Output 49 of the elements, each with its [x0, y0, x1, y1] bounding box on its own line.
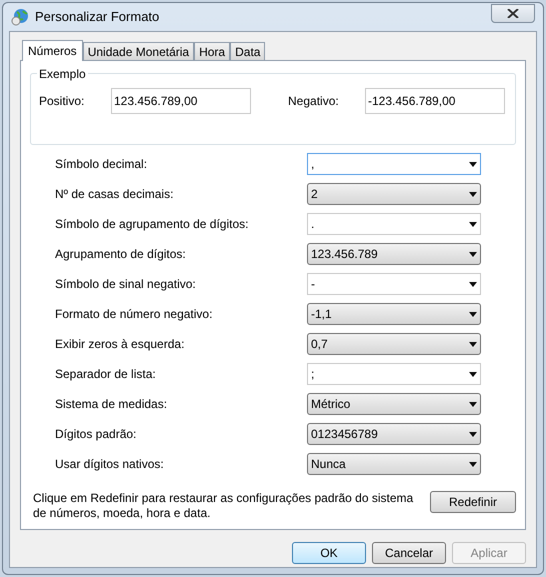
dropdown-arrow-icon [469, 192, 477, 196]
field-label: Positivo: [39, 93, 86, 110]
tab[interactable]: Unidade Monetária [82, 42, 194, 60]
close-button[interactable] [491, 4, 535, 22]
dropdown-arrow-icon [469, 222, 477, 226]
setting-label: Símbolo de agrupamento de dígitos: [55, 216, 250, 233]
negative-field: -123.456.789,00 [365, 88, 505, 114]
dropdown-arrow-icon [469, 402, 477, 406]
dropdown-arrow-icon [469, 312, 477, 316]
tab[interactable]: Data [230, 42, 266, 60]
setting-label: Sistema de medidas: [55, 396, 168, 413]
setting-label: Agrupamento de dígitos: [55, 246, 187, 263]
dropdown-arrow-icon [469, 282, 477, 286]
combo-field[interactable]: , [307, 153, 481, 175]
setting-label: Usar dígitos nativos: [55, 456, 165, 473]
combo-field[interactable]: ; [307, 363, 481, 385]
dropdown-arrow-icon [469, 432, 477, 436]
dropdown[interactable]: 0,7 [307, 333, 481, 355]
setting-label: Dígitos padrão: [55, 426, 138, 443]
reset-button[interactable]: Redefinir [430, 491, 516, 513]
dropdown[interactable]: 0123456789 [307, 423, 481, 445]
dropdown[interactable]: Nunca [307, 453, 481, 475]
window-title: Personalizar Formato [35, 8, 160, 26]
globe-icon [11, 8, 29, 26]
dialog-button[interactable]: Cancelar [372, 542, 446, 564]
dropdown-arrow-icon [469, 252, 477, 256]
setting-label: Separador de lista: [55, 366, 157, 383]
dropdown-arrow-icon [469, 162, 477, 166]
dialog-button[interactable]: OK [292, 542, 366, 564]
setting-label: Símbolo de sinal negativo: [55, 276, 197, 293]
combo-field[interactable]: - [307, 273, 481, 295]
tab[interactable]: Números [22, 40, 83, 61]
tab[interactable]: Hora [194, 42, 230, 60]
field-label: Negativo: [288, 93, 340, 110]
close-icon [507, 8, 519, 18]
dropdown-arrow-icon [469, 372, 477, 376]
dropdown[interactable]: 123.456.789 [307, 243, 481, 265]
dropdown[interactable]: 2 [307, 183, 481, 205]
dropdown-arrow-icon [469, 462, 477, 466]
setting-label: Formato de número negativo: [55, 306, 214, 323]
dropdown[interactable]: Métrico [307, 393, 481, 415]
setting-label: Nº de casas decimais: [55, 186, 174, 203]
combo-field[interactable]: . [307, 213, 481, 235]
dropdown-arrow-icon [469, 342, 477, 346]
reset-note: Clique em Redefinir para restaurar as configurações padrão do sistema de números, moeda, hora e data. [33, 491, 414, 521]
setting-label: Exibir zeros à esquerda: [55, 336, 186, 353]
positive-field: 123.456.789,00 [111, 88, 251, 114]
setting-label: Símbolo decimal: [55, 156, 148, 173]
dropdown[interactable]: -1,1 [307, 303, 481, 325]
